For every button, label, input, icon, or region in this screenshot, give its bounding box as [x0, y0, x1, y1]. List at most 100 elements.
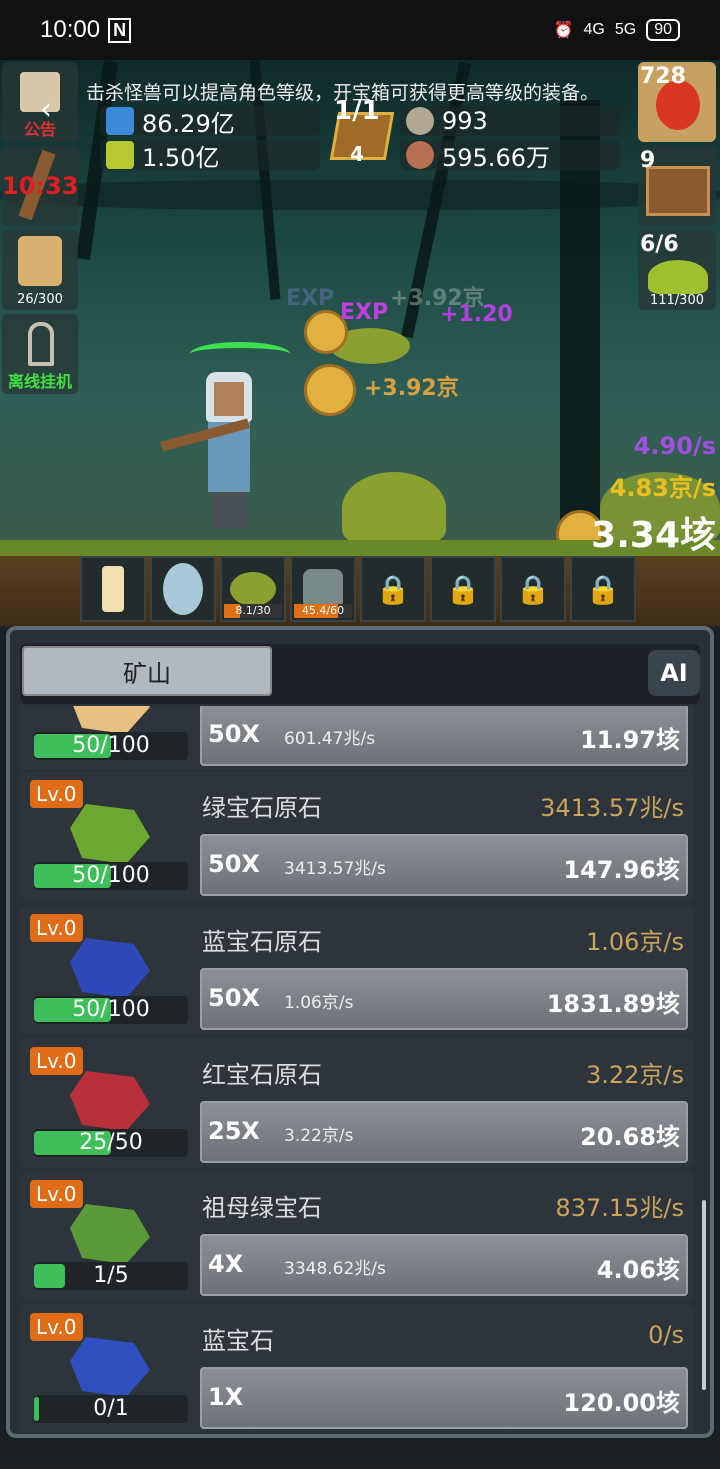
chest-button[interactable]: 9 — [638, 146, 716, 226]
upgrade-cost: 20.68垓 — [580, 1123, 680, 1151]
upgrade-cost: 11.97垓 — [580, 726, 680, 754]
mine-row: Lv.0 50/100 绿宝石原石 3413.57兆/s 50X 3413.57… — [20, 772, 694, 900]
upgrade-button[interactable]: 4X 3348.62兆/s 4.06垓 — [200, 1234, 688, 1296]
per-second: 3348.62兆/s — [284, 1259, 386, 1279]
ore-name: 祖母绿宝石 — [202, 1194, 322, 1222]
slot-locked[interactable]: 🔒 — [430, 556, 496, 622]
key-icon — [28, 322, 54, 366]
slot-progress: 8.1/30 — [224, 604, 282, 618]
scrollbar[interactable] — [702, 1200, 706, 1390]
coin-icon — [304, 364, 356, 416]
ore-icon — [70, 804, 150, 864]
ore-count-bar: 0/1 — [34, 1395, 188, 1423]
ore-icon-box[interactable]: Lv.0 50/100 — [26, 776, 188, 896]
level-badge: Lv.0 — [30, 1313, 83, 1341]
ore-count-bar: 50/100 — [34, 862, 188, 890]
beer-icon — [18, 236, 62, 286]
exp-rate: 4.90/s — [633, 432, 716, 460]
book-level: 4 — [350, 142, 364, 166]
ai-button[interactable]: AI — [648, 650, 700, 696]
chest-icon — [646, 166, 710, 216]
silver-resource: 993 — [400, 106, 620, 136]
ore-icon-box[interactable]: Lv.0 25/50 — [26, 1043, 188, 1163]
status-bar: 10:00 N ⏰ 4G 5G 90 — [0, 0, 720, 60]
alarm-icon: ⏰ — [553, 22, 574, 39]
per-second: 601.47兆/s — [284, 729, 376, 749]
announcement-button[interactable]: ‹ 公告 — [2, 62, 78, 142]
torch-timer-button[interactable]: 10:33 — [2, 146, 78, 226]
mine-row: Lv.0 25/50 红宝石原石 3.22京/s 25X 3.22京/s 20.… — [20, 1039, 694, 1167]
ore-icon — [70, 1337, 150, 1397]
egg-icon — [163, 563, 203, 615]
coin-float: +3.92京 — [364, 376, 459, 401]
nfc-icon: N — [108, 17, 132, 43]
mine-row: Lv.0 1/5 祖母绿宝石 837.15兆/s 4X 3348.62兆/s 4… — [20, 1172, 694, 1300]
upgrade-button[interactable]: 50X 3413.57兆/s 147.96垓 — [200, 834, 688, 896]
signal-5g-icon: 5G — [614, 21, 637, 38]
ore-rate: 3.22京/s — [585, 1061, 684, 1089]
slime-enemy — [342, 472, 446, 540]
clock: 10:00 — [40, 16, 101, 43]
slot-slime[interactable]: 8.1/30 — [220, 556, 286, 622]
ore-icon-box[interactable]: Lv.0 50/100 — [26, 910, 188, 1030]
meat-value: 595.66万 — [442, 143, 550, 172]
ore-name: 蓝宝石 — [202, 1327, 274, 1355]
potion-button[interactable]: 728 — [638, 62, 716, 142]
upgrade-button[interactable]: 50X 601.47兆/s 11.97垓 — [200, 706, 688, 766]
ore-icon — [70, 706, 150, 734]
equipment-slots: 8.1/30 45.4/60 🔒 🔒 🔒 🔒 — [80, 556, 636, 624]
slot-locked[interactable]: 🔒 — [570, 556, 636, 622]
upgrade-button[interactable]: 50X 1.06京/s 1831.89垓 — [200, 968, 688, 1030]
green-potion-resource: 1.50亿 — [100, 140, 320, 172]
ore-icon-box[interactable]: 50/100 — [26, 706, 188, 766]
silver-coin-icon — [406, 107, 434, 135]
book-button[interactable]: 1/1 4 — [329, 96, 395, 166]
ore-rate: 837.15兆/s — [555, 1194, 684, 1222]
ore-rate: 1.06京/s — [585, 928, 684, 956]
mine-row: 50/100 50X 601.47兆/s 11.97垓 — [20, 706, 694, 770]
beer-button[interactable]: 26/300 — [2, 230, 78, 310]
slot-locked[interactable]: 🔒 — [360, 556, 426, 622]
signal-4g-icon: 4G — [583, 21, 605, 38]
slime-capture-button[interactable]: 6/6 111/300 — [638, 230, 716, 310]
coin-total: 3.34垓 — [591, 515, 716, 556]
upgrade-button[interactable]: 1X 120.00垓 — [200, 1367, 688, 1429]
green-potion-icon — [106, 141, 134, 169]
meat-icon — [406, 141, 434, 169]
blue-potion-value: 86.29亿 — [142, 109, 235, 138]
announcement-label: 公告 — [23, 120, 56, 139]
slot-locked[interactable]: 🔒 — [500, 556, 566, 622]
ore-icon-box[interactable]: Lv.0 0/1 — [26, 1309, 188, 1429]
level-badge: Lv.0 — [30, 1047, 83, 1075]
multiplier: 50X — [208, 720, 260, 748]
slime-count: 6/6 — [640, 232, 679, 257]
potion-count: 728 — [640, 64, 686, 89]
ore-rate: 0/s — [648, 1321, 684, 1349]
chest-count: 9 — [640, 148, 656, 173]
lock-icon: 🔒 — [515, 572, 551, 606]
ore-icon-box[interactable]: Lv.0 1/5 — [26, 1176, 188, 1296]
exp-popup: EXP — [340, 300, 389, 325]
multiplier: 50X — [208, 850, 260, 878]
ore-icon — [70, 1204, 150, 1264]
multiplier: 50X — [208, 984, 260, 1012]
slash-effect — [190, 342, 290, 366]
slot-egg[interactable] — [150, 556, 216, 622]
slime-progress: 111/300 — [649, 293, 704, 308]
ore-icon — [70, 1071, 150, 1131]
upgrade-button[interactable]: 25X 3.22京/s 20.68垓 — [200, 1101, 688, 1163]
slime-icon — [230, 572, 276, 606]
gold-rate: 4.83京/s — [609, 474, 716, 502]
per-second: 3.22京/s — [284, 1126, 354, 1146]
upgrade-cost: 147.96垓 — [563, 856, 680, 884]
slot-zombie[interactable]: 45.4/60 — [290, 556, 356, 622]
mine-list[interactable]: 50/100 50X 601.47兆/s 11.97垓 Lv.0 50/100 … — [20, 706, 694, 1434]
ore-name: 绿宝石原石 — [202, 794, 322, 822]
tab-mine[interactable]: 矿山 — [22, 646, 272, 696]
upgrade-cost: 1831.89垓 — [546, 990, 680, 1018]
blue-potion-resource: 86.29亿 — [100, 106, 320, 138]
lock-icon: 🔒 — [445, 572, 481, 606]
slot-candle[interactable] — [80, 556, 146, 622]
green-potion-value: 1.50亿 — [142, 143, 220, 172]
offline-idle-button[interactable]: 离线挂机 — [2, 314, 78, 394]
